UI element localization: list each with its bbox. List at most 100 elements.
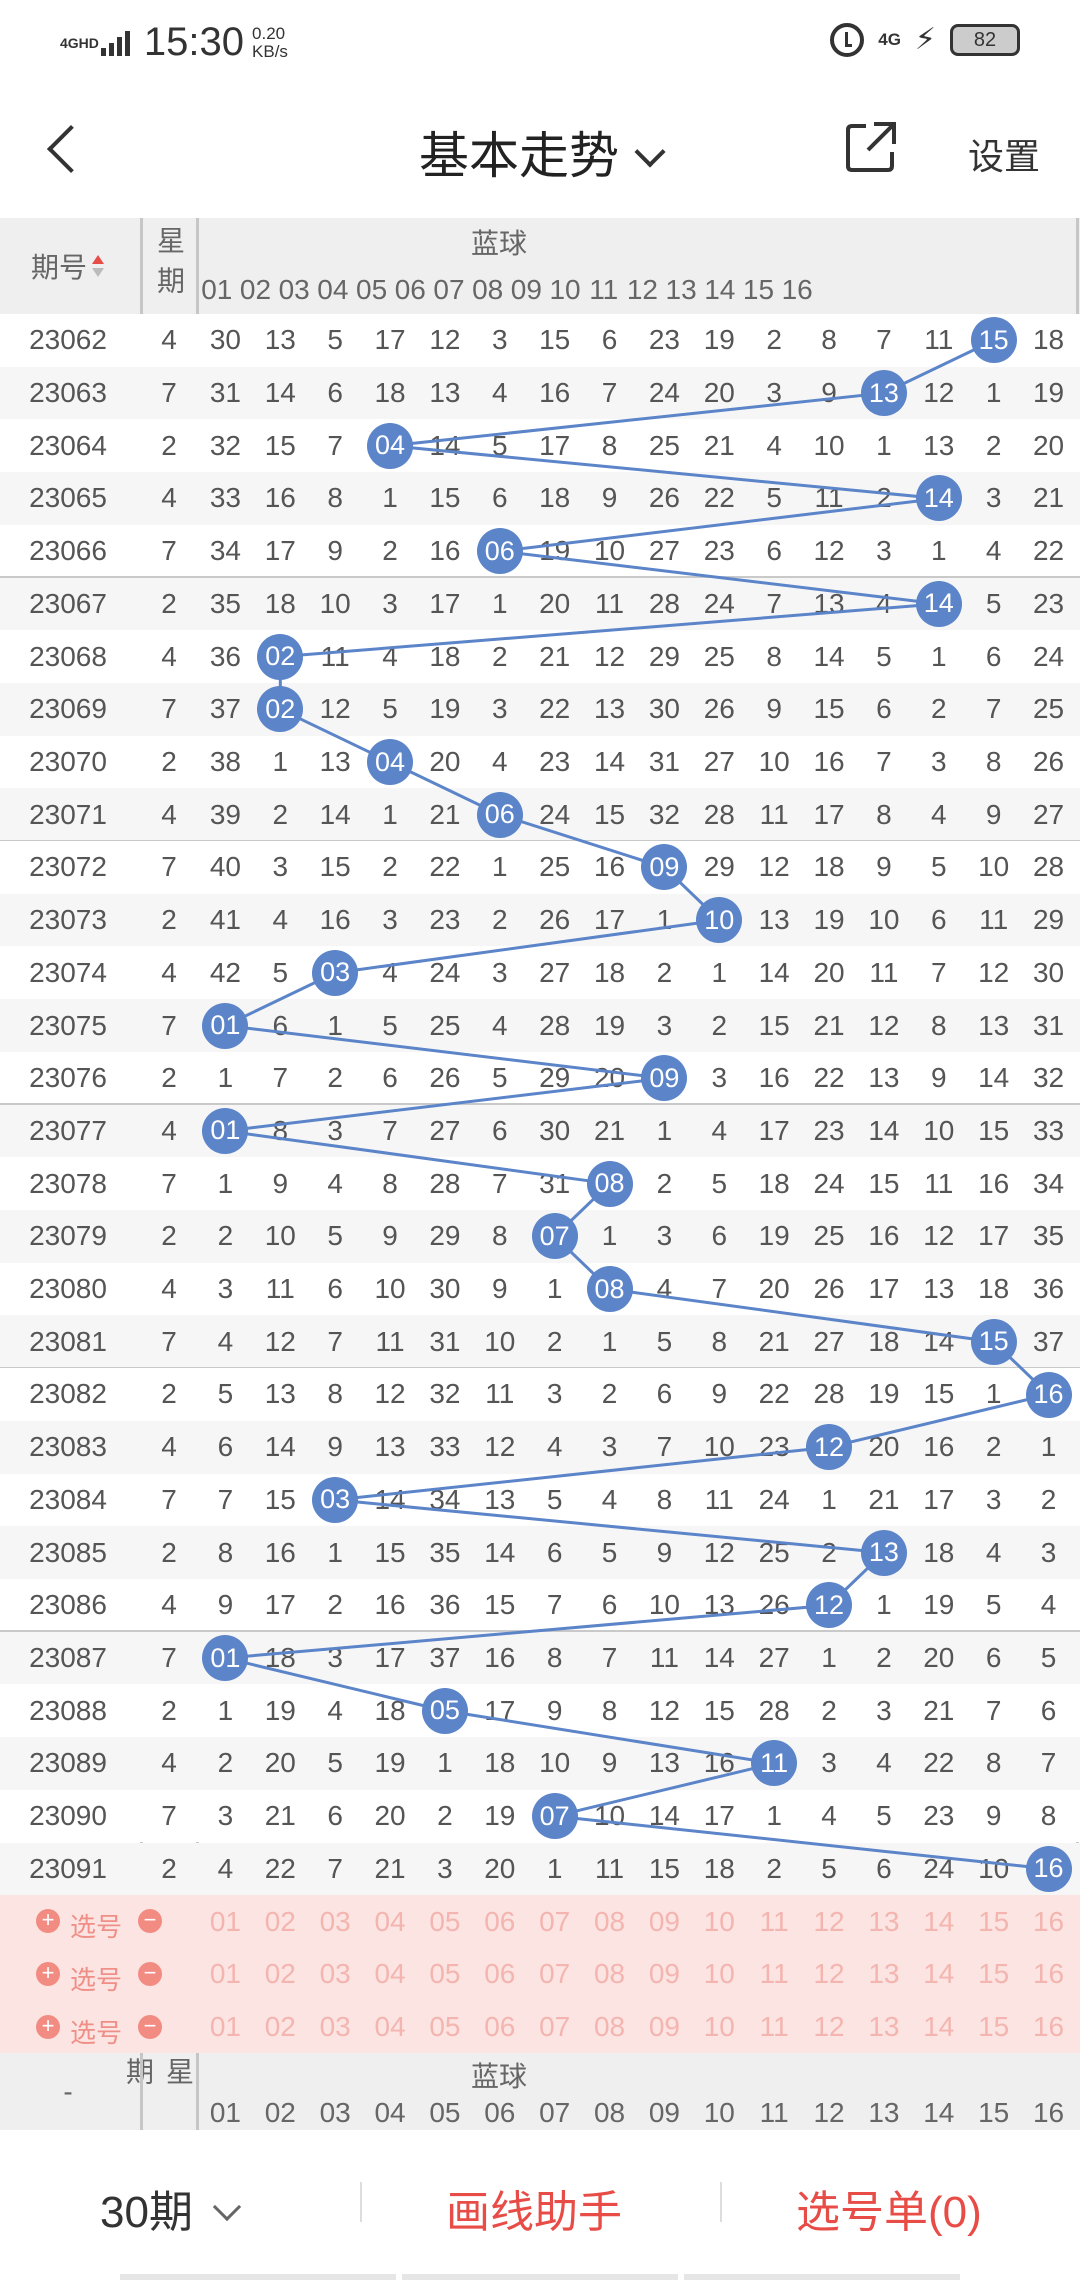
number-cell: 1 — [1040, 1431, 1057, 1463]
period-cell: 23078 — [29, 1167, 107, 1199]
select-number[interactable]: 09 — [637, 1895, 692, 1948]
select-number[interactable]: 07 — [527, 1948, 582, 2001]
number-cell: 9 — [272, 1167, 289, 1199]
net-speed: 0.20 KB/s — [252, 24, 288, 61]
bottom-bar: 30期 画线助手 选号单(0) — [0, 2130, 1080, 2280]
period-header[interactable]: 期号 — [0, 218, 136, 314]
number-cell: 9 — [546, 1694, 563, 1726]
select-number[interactable]: 07 — [527, 1895, 582, 1948]
clock: 15:30 — [143, 20, 245, 64]
select-number[interactable]: 14 — [911, 1895, 966, 1948]
select-number[interactable]: 16 — [1021, 1948, 1076, 2001]
select-number[interactable]: 12 — [802, 1948, 857, 2001]
select-number[interactable]: 13 — [857, 1948, 912, 2001]
number-cell: 5 — [876, 640, 892, 672]
select-number[interactable]: 12 — [802, 2001, 857, 2054]
select-number[interactable]: 05 — [418, 1948, 473, 2001]
select-number[interactable]: 16 — [1021, 2001, 1076, 2054]
number-cell: 13 — [264, 324, 296, 356]
period-cell: 23065 — [29, 482, 107, 514]
select-label[interactable]: 选号 — [70, 1960, 122, 1997]
select-number[interactable]: 03 — [308, 2001, 363, 2054]
number-cell: 23 — [758, 1431, 790, 1463]
number-cell: 2 — [821, 1536, 837, 1568]
select-number[interactable]: 01 — [198, 1895, 253, 1948]
settings-button[interactable]: 设置 — [968, 128, 1040, 180]
number-cell: 2 — [601, 1378, 618, 1410]
week-cell: 4 — [161, 956, 177, 988]
select-number[interactable]: 15 — [966, 1895, 1021, 1948]
number-cell: 3 — [272, 851, 289, 883]
number-cell: 3 — [492, 956, 508, 988]
week-cell: 7 — [161, 1009, 177, 1041]
number-cell: 6 — [492, 482, 508, 514]
select-number[interactable]: 03 — [308, 1948, 363, 2001]
number-cell: 16 — [703, 1747, 735, 1779]
number-cell: 34 — [209, 535, 242, 567]
drawn-ball: 14 — [915, 475, 962, 522]
page-title[interactable]: 基本走势 — [0, 116, 1080, 188]
plus-icon[interactable]: + — [36, 1961, 60, 1986]
number-cell: 5 — [985, 587, 1002, 619]
number-cell: 4 — [656, 1273, 673, 1305]
select-number[interactable]: 15 — [966, 1948, 1021, 2001]
select-label[interactable]: 选号 — [70, 1907, 122, 1944]
number-cell: 5 — [711, 1167, 728, 1199]
number-cell: 15 — [813, 693, 845, 725]
select-number[interactable]: 08 — [582, 2001, 637, 2054]
select-number[interactable]: 03 — [308, 1895, 363, 1948]
select-number[interactable]: 04 — [363, 1948, 418, 2001]
number-cell: 2 — [327, 1062, 343, 1094]
select-number[interactable]: 06 — [472, 1948, 527, 2001]
period-cell: 23074 — [29, 956, 107, 988]
plus-icon[interactable]: + — [36, 2014, 60, 2039]
select-number[interactable]: 08 — [582, 1895, 637, 1948]
select-number[interactable]: 04 — [363, 1895, 418, 1948]
select-number[interactable]: 11 — [747, 2001, 802, 2054]
select-number[interactable]: 06 — [472, 2001, 527, 2054]
minus-icon[interactable]: − — [138, 2014, 162, 2039]
select-number[interactable]: 11 — [747, 1948, 802, 2001]
share-icon[interactable] — [844, 120, 898, 174]
select-number[interactable]: 05 — [418, 1895, 473, 1948]
select-number[interactable]: 11 — [747, 1895, 802, 1948]
week-cell: 7 — [161, 535, 177, 567]
period-cell: 23091 — [29, 1852, 107, 1884]
select-number[interactable]: 10 — [692, 1948, 747, 2001]
select-number[interactable]: 08 — [582, 1948, 637, 2001]
select-number[interactable]: 04 — [363, 2001, 418, 2054]
select-number[interactable]: 10 — [692, 1895, 747, 1948]
select-number[interactable]: 09 — [637, 1948, 692, 2001]
number-cell: 14 — [429, 429, 461, 461]
select-number[interactable]: 10 — [692, 2001, 747, 2054]
minus-icon[interactable]: − — [138, 1961, 162, 1986]
select-number[interactable]: 14 — [911, 2001, 966, 2054]
number-cell: 9 — [327, 535, 343, 567]
week-cell: 2 — [161, 1378, 177, 1410]
draw-helper-button[interactable]: 画线助手 — [446, 2176, 622, 2240]
select-number[interactable]: 02 — [253, 1948, 308, 2001]
select-number[interactable]: 14 — [911, 1948, 966, 2001]
select-number[interactable]: 12 — [802, 1895, 857, 1948]
select-number[interactable]: 06 — [472, 1895, 527, 1948]
select-number[interactable]: 13 — [857, 1895, 912, 1948]
select-number[interactable]: 07 — [527, 2001, 582, 2054]
select-number[interactable]: 09 — [637, 2001, 692, 2054]
number-cell: 5 — [985, 1589, 1002, 1621]
number-cell: 12 — [868, 1009, 900, 1041]
select-number[interactable]: 15 — [966, 2001, 1021, 2054]
selection-list-button[interactable]: 选号单(0) — [796, 2176, 982, 2240]
select-number[interactable]: 02 — [253, 2001, 308, 2054]
select-number[interactable]: 01 — [198, 1948, 253, 2001]
select-number[interactable]: 13 — [857, 2001, 912, 2054]
select-number[interactable]: 02 — [253, 1895, 308, 1948]
drawn-ball: 06 — [476, 528, 523, 575]
select-number[interactable]: 16 — [1021, 1895, 1076, 1948]
number-cell: 5 — [492, 1062, 508, 1094]
number-cell: 9 — [766, 693, 782, 725]
number-cell: 5 — [601, 1536, 618, 1568]
select-label[interactable]: 选号 — [70, 2013, 122, 2050]
select-number[interactable]: 01 — [198, 2001, 253, 2054]
select-number[interactable]: 05 — [418, 2001, 473, 2054]
periods-dropdown[interactable]: 30期 — [100, 2176, 242, 2240]
